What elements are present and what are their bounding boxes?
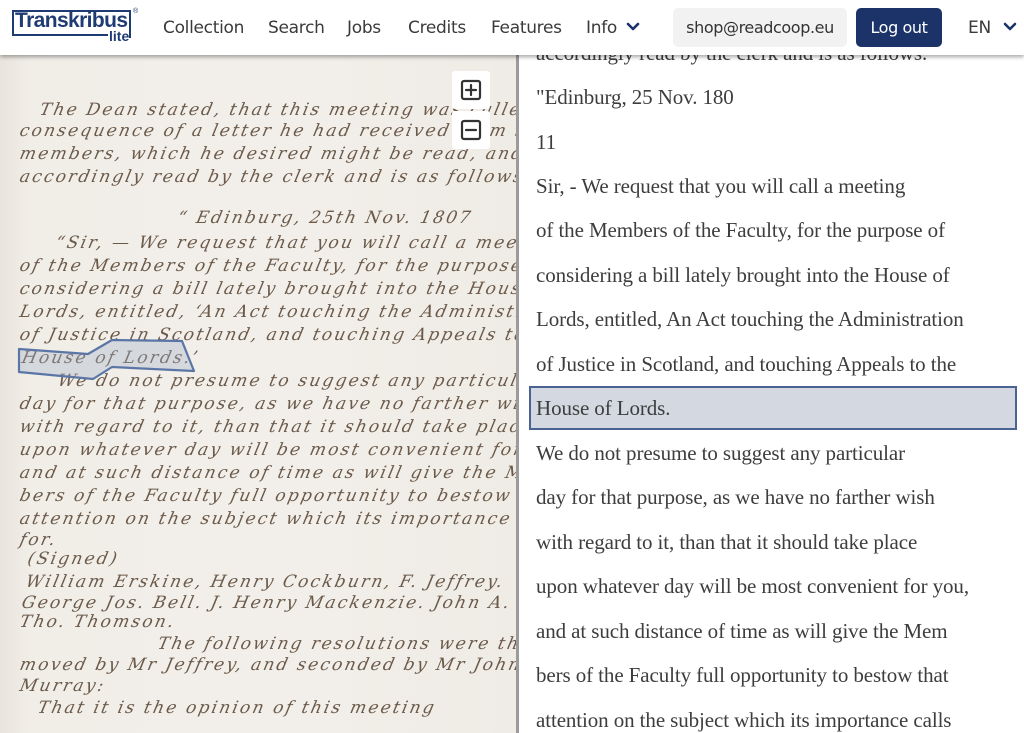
transcription-line[interactable]: of Justice in Scotland, and touching App… xyxy=(536,352,956,377)
transcription-line[interactable]: "Edinburg, 25 Nov. 180 xyxy=(536,85,734,110)
nav-collection[interactable]: Collection xyxy=(163,18,244,38)
selected-line-region[interactable] xyxy=(0,55,516,733)
minus-square-icon xyxy=(460,119,482,141)
transcription-line[interactable]: of the Members of the Faculty, for the p… xyxy=(536,218,945,243)
logout-button[interactable]: Log out xyxy=(856,8,942,47)
nav-info-dropdown[interactable]: Info xyxy=(586,18,617,38)
nav-jobs[interactable]: Jobs xyxy=(347,18,381,38)
transcription-line[interactable]: with regard to it, than that it should t… xyxy=(536,530,917,555)
nav-features[interactable]: Features xyxy=(491,18,562,38)
nav-credits[interactable]: Credits xyxy=(408,18,466,38)
transcription-line[interactable]: Lords, entitled, An Act touching the Adm… xyxy=(536,307,964,332)
transcription-line-partial[interactable]: accordingly read by the clerk and is as … xyxy=(536,55,927,66)
manuscript-image-viewer[interactable]: The Dean stated, that this meeting was c… xyxy=(0,55,516,733)
transcription-panel: accordingly read by the clerk and is as … xyxy=(519,55,1024,733)
logo-registered-mark: ® xyxy=(133,8,139,15)
transkribus-lite-logo[interactable]: Transkribus ® lite xyxy=(12,8,138,46)
plus-square-icon xyxy=(460,79,482,101)
zoom-in-button[interactable] xyxy=(452,71,490,109)
zoom-out-button[interactable] xyxy=(452,111,490,149)
transcription-line[interactable]: bers of the Faculty full opportunity to … xyxy=(536,663,949,688)
transcription-line[interactable]: attention on the subject which its impor… xyxy=(536,708,951,733)
nav-search[interactable]: Search xyxy=(268,18,325,38)
transcription-line[interactable]: upon whatever day will be most convenien… xyxy=(536,574,969,599)
transcription-line[interactable]: day for that purpose, as we have no fart… xyxy=(536,485,935,510)
language-selector[interactable]: EN xyxy=(968,18,991,38)
transcription-line[interactable]: Sir, - We request that you will call a m… xyxy=(536,174,905,199)
account-email-button[interactable]: shop@readcoop.eu xyxy=(673,8,847,47)
chevron-down-icon[interactable] xyxy=(626,22,640,32)
transcription-line[interactable]: considering a bill lately brought into t… xyxy=(536,263,950,288)
chevron-down-icon[interactable] xyxy=(1003,22,1017,32)
logo-frame-bottom xyxy=(12,34,108,36)
transcription-line-active[interactable]: House of Lords. xyxy=(536,396,671,421)
logo-subtitle: lite xyxy=(109,28,130,44)
transcription-line[interactable]: We do not presume to suggest any particu… xyxy=(536,441,905,466)
transcription-line[interactable]: and at such distance of time as will giv… xyxy=(536,619,948,644)
top-navigation-bar: Transkribus ® lite Collection Search Job… xyxy=(0,0,1024,55)
transcription-line[interactable]: 11 xyxy=(536,130,556,155)
logo-frame-right xyxy=(129,10,131,38)
